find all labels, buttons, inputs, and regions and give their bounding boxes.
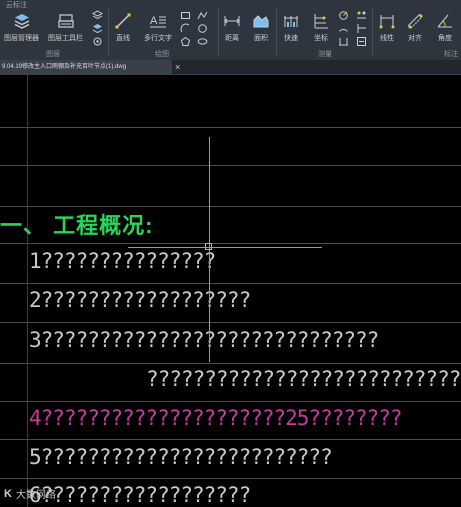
linear-dim-icon: [379, 15, 395, 29]
layers-icon: [14, 14, 29, 29]
watermark-logo-icon: K: [4, 487, 12, 500]
text-line-4: 4?????????????????????25????????: [29, 406, 403, 430]
draw-mini-tools-1: [180, 10, 191, 47]
distance-icon: [224, 16, 240, 26]
distance-label: 距离: [225, 35, 239, 42]
mtext-label: 多行文字: [144, 35, 172, 42]
text-line-5: 5?????????????????????????: [29, 445, 333, 469]
watermark: K 大数网络: [4, 486, 56, 502]
svg-text:A: A: [150, 15, 158, 27]
angle-dim-icon: [437, 14, 452, 28]
ordinate-dim-icon[interactable]: [356, 23, 367, 34]
group-label-layer: 图层: [46, 51, 60, 58]
ribbon-toolbar: 云标注 图层管理器 图层工具栏 直线 A 多行文字 距离 面积 快速 坐标 线性…: [0, 0, 461, 61]
aligned-dim-icon: [407, 13, 423, 29]
baseline-dim-icon[interactable]: [338, 36, 349, 47]
grid-line: [0, 478, 461, 479]
aligned-dim-button[interactable]: 对齐: [406, 12, 424, 43]
radius-dim-icon[interactable]: [338, 10, 349, 21]
group-separator: [108, 8, 109, 56]
area-button[interactable]: 面积: [252, 12, 270, 43]
distance-button[interactable]: 距离: [223, 12, 241, 43]
text-line-6: 6??????????????????: [29, 483, 251, 507]
continue-dim-icon[interactable]: [356, 10, 367, 21]
quick-dim-label: 快速: [284, 35, 298, 42]
ellipse-icon[interactable]: [197, 36, 208, 47]
linear-dim-button[interactable]: 线性: [378, 12, 396, 43]
layer-manager-label: 图层管理器: [4, 35, 39, 42]
close-icon[interactable]: ×: [175, 61, 180, 73]
drawing-canvas[interactable]: 一、 工程概况: 1??????????????? 2?????????????…: [0, 75, 461, 507]
aligned-dim-label: 对齐: [408, 35, 422, 42]
quick-dim-button[interactable]: 快速: [282, 12, 300, 43]
polygon-icon[interactable]: [180, 36, 191, 47]
layer-state-icon[interactable]: [92, 10, 103, 21]
angle-dim-label: 角度: [438, 35, 452, 42]
text-line-1: 1???????????????: [29, 249, 216, 273]
coordinate-icon: [314, 14, 328, 29]
grid-line: [0, 283, 461, 284]
coordinate-button[interactable]: 坐标: [312, 12, 330, 43]
crosshair-cursor: [128, 247, 322, 248]
text-line-3: 3?????????????????????????????: [29, 328, 379, 352]
draw-mini-tools-2: [197, 10, 208, 47]
linear-dim-label: 线性: [380, 35, 394, 42]
dim-style-icon[interactable]: [356, 36, 367, 47]
document-tab[interactable]: 9.04.19修改主入口雨棚及补充百叶节点(1).dwg: [0, 60, 172, 74]
rectangle-icon[interactable]: [180, 10, 191, 21]
layer-isolate-icon[interactable]: [92, 36, 103, 47]
arc-length-icon[interactable]: [338, 23, 349, 34]
layer-mini-tools: [92, 10, 103, 47]
line-icon: [115, 13, 131, 29]
quick-dim-icon: [284, 16, 298, 27]
group-separator: [218, 8, 219, 56]
area-icon: [253, 15, 269, 28]
angle-dim-button[interactable]: 角度: [436, 12, 454, 43]
grid-line: [0, 206, 461, 207]
layer-toolbar-button[interactable]: 图层工具栏: [48, 12, 83, 43]
dim-mini-tools: [338, 10, 349, 47]
area-label: 面积: [254, 35, 268, 42]
section-heading: 一、 工程概况:: [0, 213, 154, 238]
text-line-3-cont: ?????????????????????????????: [146, 367, 461, 391]
layer-toolbar-icon: [57, 14, 74, 28]
pickbox: [205, 243, 212, 250]
line-button[interactable]: 直线: [114, 12, 132, 43]
arc-icon[interactable]: [180, 23, 191, 34]
group-separator: [372, 8, 373, 56]
dim-mini-tools-2: [356, 10, 367, 47]
layer-toolbar-label: 图层工具栏: [48, 35, 83, 42]
circle-icon[interactable]: [197, 23, 208, 34]
group-separator: [276, 8, 277, 56]
grid-line: [27, 75, 28, 507]
grid-line: [0, 322, 461, 323]
group-label-measure: 测量: [318, 51, 332, 58]
grid-line: [0, 243, 461, 244]
layer-manager-button[interactable]: 图层管理器: [4, 12, 39, 43]
grid-line: [0, 165, 461, 166]
document-tab-bar: 9.04.19修改主入口雨棚及补充百叶节点(1).dwg ×: [0, 60, 461, 75]
line-label: 直线: [116, 35, 130, 42]
watermark-text: 大数网络: [15, 490, 56, 501]
grid-line: [0, 401, 461, 402]
text-line-2: 2??????????????????: [29, 288, 251, 312]
mtext-button[interactable]: A 多行文字: [144, 12, 172, 43]
group-label-annotate: 标注: [444, 51, 458, 58]
coordinate-label: 坐标: [314, 35, 328, 42]
mtext-icon: A: [150, 15, 166, 28]
grid-line: [0, 439, 461, 440]
grid-line: [0, 127, 461, 128]
grid-line: [0, 363, 461, 364]
layer-match-icon[interactable]: [92, 23, 103, 34]
polyline-icon[interactable]: [197, 10, 208, 21]
group-label-draw: 绘图: [155, 51, 169, 58]
ribbon-tab-title[interactable]: 云标注: [6, 0, 27, 10]
